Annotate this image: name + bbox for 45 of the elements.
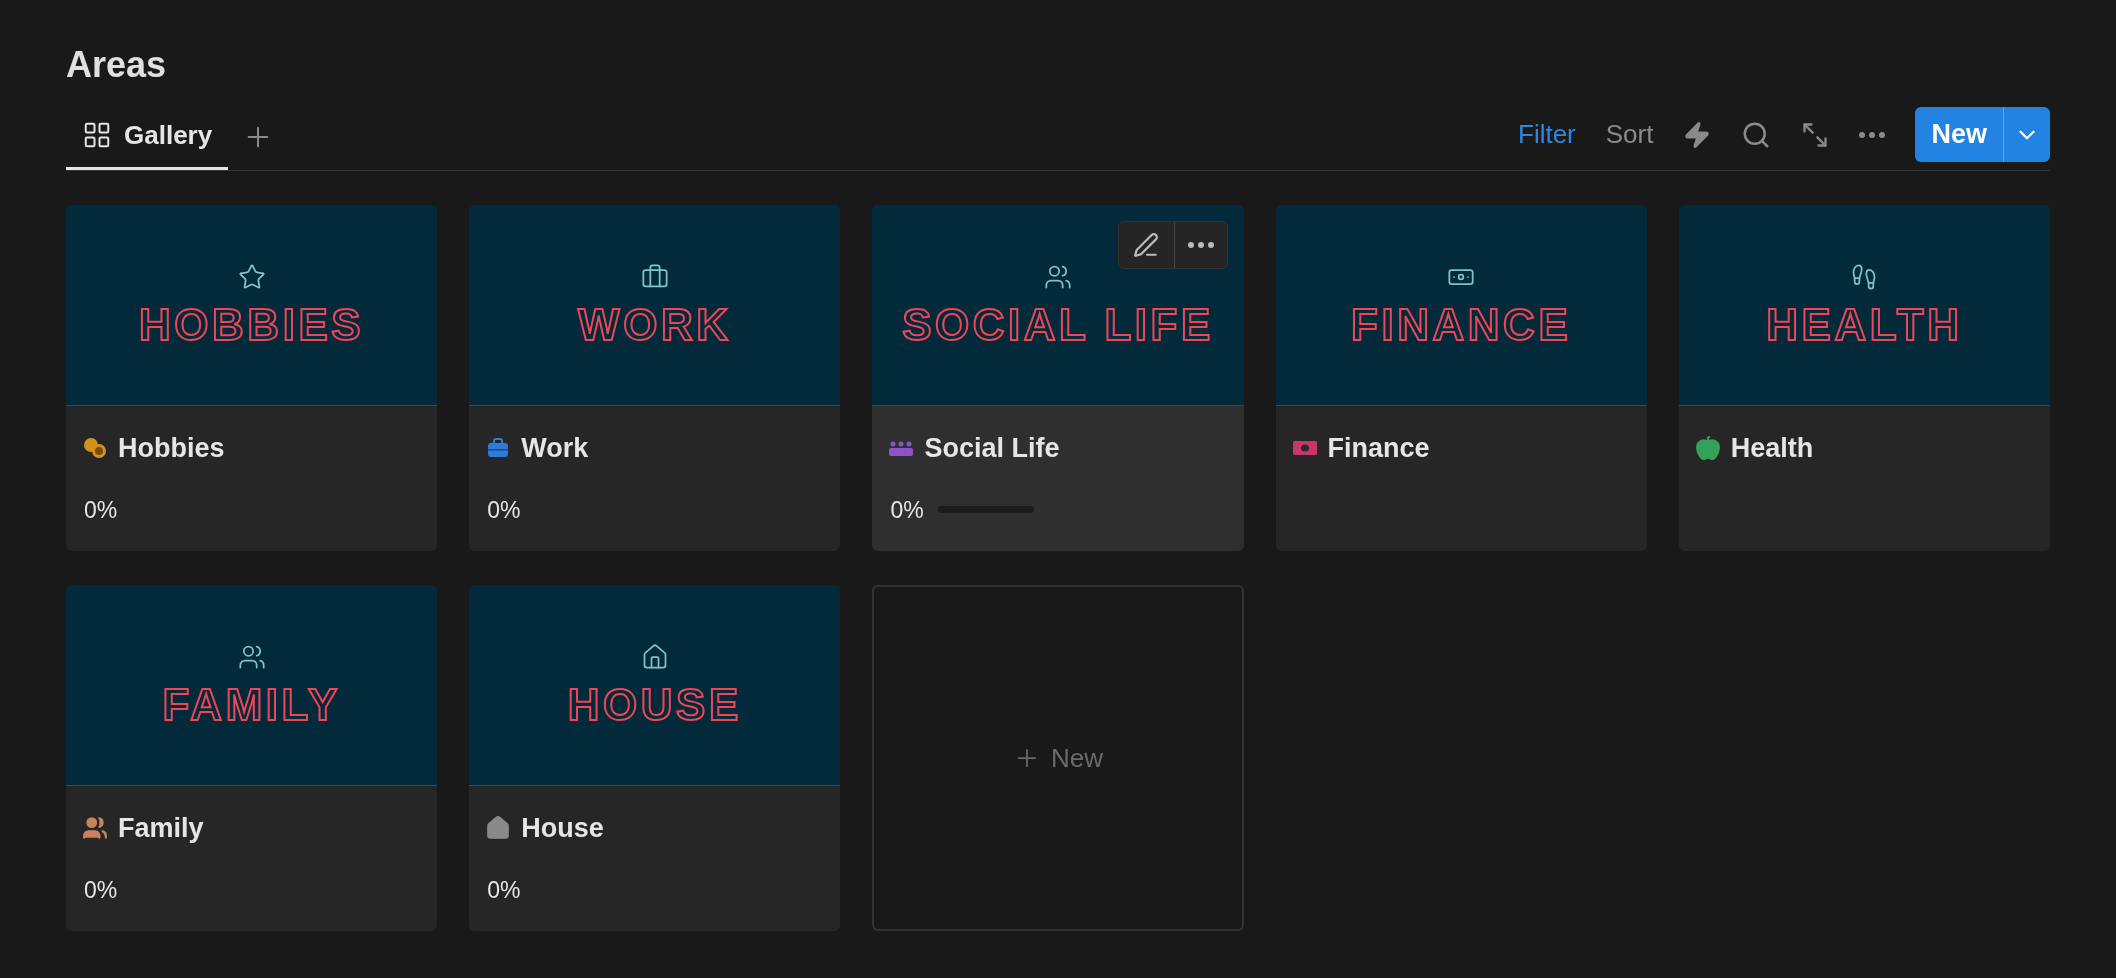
progress-reading: 0% bbox=[487, 875, 521, 905]
more-icon bbox=[1187, 242, 1214, 248]
people-icon bbox=[1044, 263, 1072, 291]
cover-title: HEALTH bbox=[1766, 303, 1963, 347]
progress-reading: 0% bbox=[84, 495, 118, 525]
lightning-icon bbox=[1683, 120, 1712, 149]
gallery-card[interactable]: WORK Work 0% bbox=[469, 205, 841, 551]
card-title: House bbox=[521, 812, 604, 845]
more-button[interactable] bbox=[1859, 131, 1886, 138]
sort-button[interactable]: Sort bbox=[1605, 115, 1654, 154]
house-icon bbox=[485, 815, 512, 842]
cover-title: SOCIAL LIFE bbox=[902, 303, 1214, 347]
expand-icon bbox=[1801, 120, 1830, 149]
gallery-card[interactable]: HOBBIES Hobbies 0% bbox=[66, 205, 438, 551]
progress-reading: 0% bbox=[890, 495, 924, 525]
card-title: Social Life bbox=[924, 432, 1060, 465]
gallery-card[interactable]: HEALTH Health bbox=[1678, 205, 2050, 551]
gallery-card[interactable]: HOUSE House 0% bbox=[469, 585, 841, 931]
card-title: Family bbox=[118, 812, 204, 845]
gallery-card[interactable]: SOCIAL LIFE Social Life 0% bbox=[872, 205, 1244, 551]
star-icon bbox=[237, 263, 266, 291]
cover-title: FINANCE bbox=[1351, 303, 1572, 347]
gallery-card[interactable]: FAMILY Family 0% bbox=[66, 585, 438, 931]
cover-title: HOBBIES bbox=[139, 303, 365, 347]
page-title: Areas bbox=[66, 43, 168, 87]
grid-icon bbox=[82, 120, 112, 150]
filter-button[interactable]: Filter bbox=[1518, 115, 1576, 154]
people-icon bbox=[237, 643, 266, 671]
more-icon bbox=[1859, 131, 1886, 138]
people-icon bbox=[82, 815, 108, 842]
cover-title: HOUSE bbox=[567, 683, 742, 727]
progress-reading: 0% bbox=[487, 495, 521, 525]
expand-button[interactable] bbox=[1801, 120, 1830, 149]
card-title: Hobbies bbox=[118, 432, 225, 465]
cover-title: FAMILY bbox=[162, 683, 341, 727]
gallery-card[interactable]: FINANCE Finance bbox=[1275, 205, 1647, 551]
progress-reading: 0% bbox=[84, 875, 118, 905]
view-tab[interactable]: Gallery bbox=[66, 103, 229, 170]
cover-title: WORK bbox=[578, 303, 732, 347]
apple-icon bbox=[1694, 435, 1721, 462]
card-title: Health bbox=[1730, 432, 1814, 465]
card-title: Work bbox=[521, 432, 589, 465]
automation-button[interactable] bbox=[1683, 120, 1712, 149]
pen-icon bbox=[1133, 232, 1160, 258]
card-title: Finance bbox=[1327, 432, 1430, 465]
